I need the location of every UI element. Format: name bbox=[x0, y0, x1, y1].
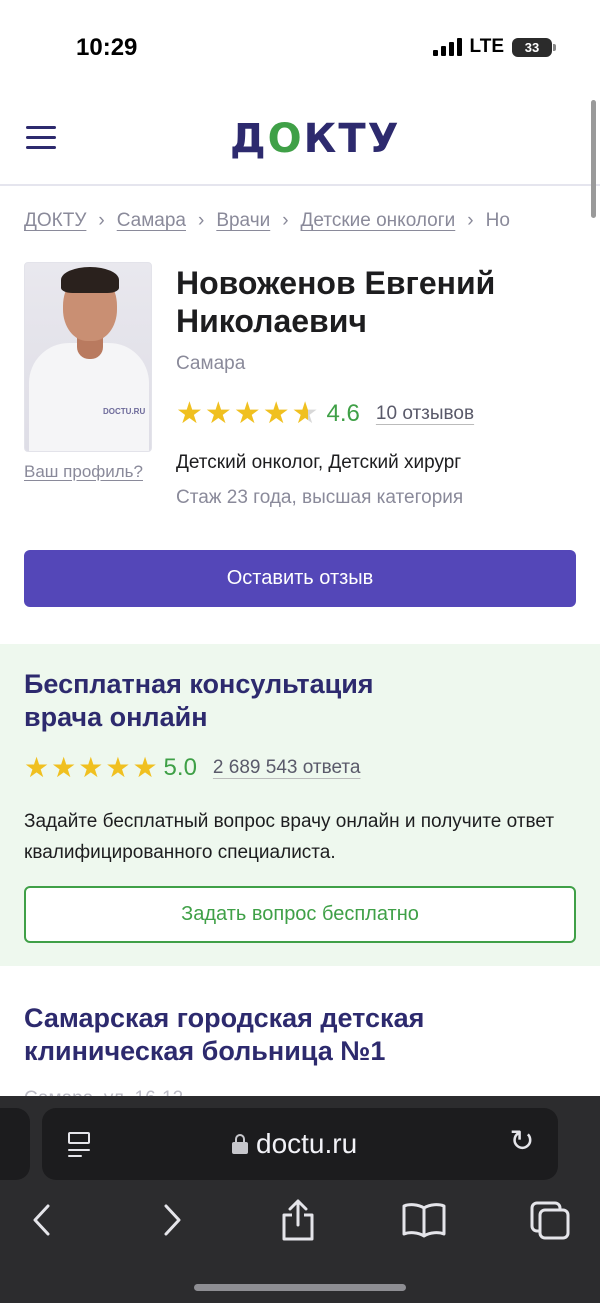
star-icon: ★ bbox=[51, 752, 77, 783]
rating-stars: ★ ★ ★ ★ ★ bbox=[176, 399, 319, 429]
consultation-title: Бесплатная консультация врача онлайн bbox=[24, 669, 374, 732]
breadcrumb-separator: › bbox=[282, 210, 289, 231]
star-icon: ★ bbox=[24, 752, 50, 783]
rating-value: 4.6 bbox=[326, 400, 360, 427]
doctor-photo: DOCTU.RU bbox=[24, 262, 152, 452]
doctor-specialties: Детский онколог, Детский хирург bbox=[176, 452, 462, 473]
doctor-experience: Стаж 23 года, высшая категория bbox=[176, 487, 464, 508]
reader-icon[interactable] bbox=[66, 1128, 94, 1160]
rating-stars: ★ ★ ★ ★ ★ bbox=[24, 753, 158, 783]
doctor-name: Новоженов Евгений Николаевич bbox=[176, 265, 496, 339]
doctor-city: Самара bbox=[176, 353, 246, 374]
answers-count-link[interactable]: 2 689 543 ответа bbox=[213, 757, 361, 779]
breadcrumb-separator: › bbox=[197, 210, 205, 231]
battery-icon: 33 bbox=[512, 37, 556, 57]
page-scrollbar bbox=[591, 100, 596, 218]
breadcrumb-separator: › bbox=[467, 210, 474, 231]
share-icon[interactable] bbox=[268, 1192, 328, 1248]
bookmarks-icon[interactable] bbox=[394, 1192, 454, 1248]
breadcrumb-item-current: Но bbox=[485, 210, 510, 231]
breadcrumb-item-doctors[interactable]: Врачи bbox=[216, 210, 270, 231]
hamburger-menu-icon[interactable] bbox=[26, 126, 58, 152]
breadcrumb-item-home[interactable]: ДОКТУ bbox=[24, 210, 86, 231]
signal-icon bbox=[432, 38, 462, 56]
consultation-rating-value: 5.0 bbox=[163, 754, 197, 781]
star-icon: ★ bbox=[262, 397, 290, 430]
lock-icon bbox=[232, 1134, 248, 1154]
back-icon[interactable] bbox=[12, 1192, 72, 1248]
half-star-icon: ★ bbox=[291, 397, 319, 430]
photo-watermark: DOCTU.RU bbox=[103, 407, 146, 416]
star-icon: ★ bbox=[233, 397, 261, 430]
site-header: ДОКТУ bbox=[0, 96, 600, 186]
breadcrumb: ДОКТУ › Самара › Врачи › Детские онкологи › Но bbox=[24, 210, 600, 232]
hospital-title[interactable]: Самарская городская детская клиническая … bbox=[24, 1002, 544, 1068]
home-indicator bbox=[194, 1284, 406, 1291]
forward-icon[interactable] bbox=[142, 1192, 202, 1248]
browser-toolbar: doctu.ru ↻ bbox=[0, 1096, 600, 1303]
browser-nav-toolbar bbox=[0, 1192, 600, 1252]
tabs-icon[interactable] bbox=[520, 1192, 580, 1248]
status-time: 10:29 bbox=[76, 34, 138, 61]
url-display[interactable]: doctu.ru bbox=[232, 1128, 357, 1160]
breadcrumb-separator: › bbox=[98, 210, 105, 231]
network-type: LTE bbox=[469, 36, 504, 57]
previous-tab-preview[interactable] bbox=[0, 1108, 30, 1180]
star-icon: ★ bbox=[204, 397, 232, 430]
star-icon: ★ bbox=[132, 752, 158, 783]
star-icon: ★ bbox=[176, 397, 203, 430]
breadcrumb-item-specialty[interactable]: Детские онкологи bbox=[301, 210, 456, 231]
star-icon: ★ bbox=[78, 752, 104, 783]
your-profile-link[interactable]: Ваш профиль? bbox=[24, 462, 143, 482]
status-indicators: LTE 33 bbox=[432, 36, 556, 58]
consultation-description: Задайте бесплатный вопрос врачу онлайн и… bbox=[24, 811, 555, 863]
consultation-rating: ★ ★ ★ ★ ★ 5.0 2 689 543 ответа bbox=[24, 753, 360, 783]
status-bar: 10:29 LTE 33 bbox=[0, 0, 600, 96]
ask-question-button[interactable]: Задать вопрос бесплатно bbox=[24, 886, 576, 943]
reload-icon[interactable]: ↻ bbox=[506, 1126, 538, 1158]
free-consultation-block: Бесплатная консультация врача онлайн ★ ★… bbox=[0, 644, 600, 966]
doctor-rating: ★ ★ ★ ★ ★ 4.6 10 отзывов bbox=[176, 398, 474, 430]
star-icon: ★ bbox=[105, 752, 131, 783]
reviews-link[interactable]: 10 отзывов bbox=[376, 403, 474, 425]
leave-review-button[interactable]: Оставить отзыв bbox=[24, 550, 576, 607]
breadcrumb-item-city[interactable]: Самара bbox=[117, 210, 186, 231]
site-logo[interactable]: ДОКТУ bbox=[230, 116, 400, 162]
address-bar[interactable]: doctu.ru ↻ bbox=[42, 1108, 558, 1180]
url-text: doctu.ru bbox=[256, 1128, 358, 1159]
